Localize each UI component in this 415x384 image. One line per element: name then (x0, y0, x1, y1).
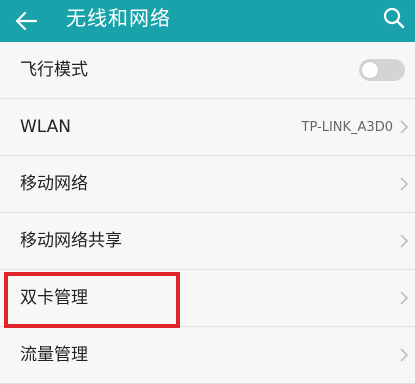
app-header: 无线和网络 (0, 0, 415, 42)
settings-item-mobile-network[interactable]: 移动网络 (0, 156, 415, 213)
page-title: 无线和网络 (66, 6, 171, 30)
chevron-right-icon (400, 348, 409, 362)
settings-item-label: 流量管理 (20, 345, 88, 365)
settings-item-label: 移动网络 (20, 174, 88, 194)
settings-item-data-usage[interactable]: 流量管理 (0, 327, 415, 384)
settings-list: 飞行模式 WLAN TP-LINK_A3D0 移动网络 移动网络共享 双卡管理 … (0, 42, 415, 384)
settings-item-tethering[interactable]: 移动网络共享 (0, 213, 415, 270)
airplane-mode-toggle[interactable] (359, 59, 405, 81)
settings-item-label: 飞行模式 (20, 60, 88, 80)
chevron-right-icon (400, 177, 409, 191)
settings-item-label: WLAN (20, 117, 72, 137)
settings-item-label: 双卡管理 (20, 288, 88, 308)
settings-item-label: 移动网络共享 (20, 231, 122, 251)
search-icon (383, 7, 405, 29)
settings-item-airplane-mode[interactable]: 飞行模式 (0, 42, 415, 99)
chevron-right-icon (400, 120, 409, 134)
wlan-network-name: TP-LINK_A3D0 (301, 120, 393, 135)
chevron-right-icon (400, 291, 409, 305)
back-button[interactable] (8, 3, 44, 39)
chevron-right-icon (400, 234, 409, 248)
settings-item-wlan[interactable]: WLAN TP-LINK_A3D0 (0, 99, 415, 156)
arrow-left-icon (15, 11, 37, 31)
toggle-knob (362, 62, 378, 78)
settings-item-dual-sim[interactable]: 双卡管理 (0, 270, 415, 327)
search-button[interactable] (377, 1, 411, 35)
